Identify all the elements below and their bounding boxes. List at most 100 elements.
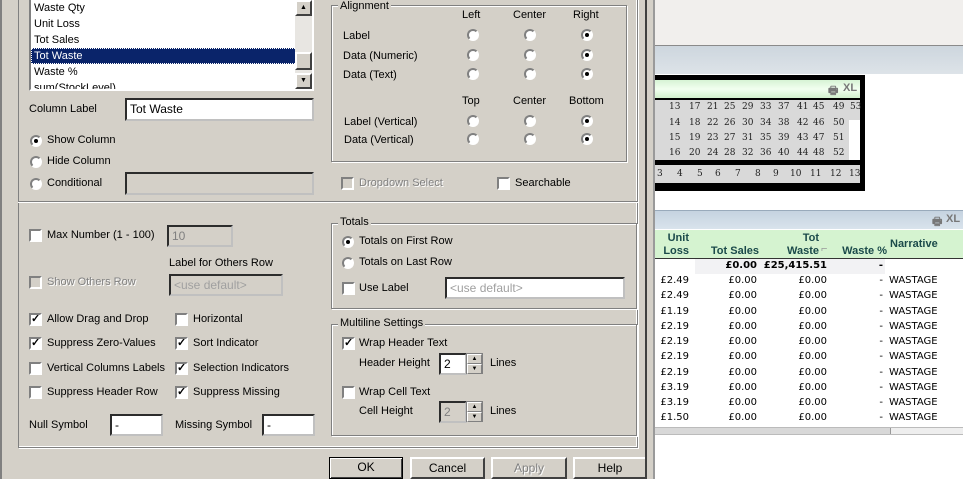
week-number[interactable]: 34	[760, 118, 771, 128]
week-number[interactable]: 40	[778, 148, 789, 158]
table-row[interactable]: £2.49 £0.00 £0.00 - WASTAGE	[655, 274, 963, 289]
label-center-radio[interactable]	[524, 29, 536, 41]
table-row[interactable]: £1.50 £0.00 £0.00 - WASTAGE	[655, 411, 963, 426]
week-number[interactable]: 43	[797, 133, 808, 143]
hide-column-radio[interactable]	[30, 156, 42, 168]
week-number[interactable]: 13	[669, 102, 680, 112]
week-number[interactable]: 37	[778, 102, 789, 112]
vlabel-bottom-radio[interactable]	[581, 115, 593, 127]
header-height-spinner[interactable]: ▲ ▼	[466, 353, 483, 374]
week-number[interactable]: 14	[669, 118, 680, 128]
week-number[interactable]: 30	[742, 118, 753, 128]
week-number[interactable]: 44	[797, 148, 808, 158]
header-unit-loss[interactable]: Unit Loss	[655, 232, 689, 258]
column-label-input[interactable]: Tot Waste	[125, 98, 314, 121]
month-number[interactable]: 4	[677, 169, 683, 179]
conditional-input[interactable]	[125, 172, 314, 195]
vdata-bottom-radio[interactable]	[581, 133, 593, 145]
label-right-radio[interactable]	[581, 29, 593, 41]
week-number[interactable]: 49	[833, 102, 844, 112]
suppress-zero-checkbox[interactable]: ✓	[29, 337, 42, 350]
month-number[interactable]: 12	[830, 169, 841, 179]
max-number-input[interactable]: 10	[167, 225, 233, 247]
table-row[interactable]: £2.19 £0.00 £0.00 - WASTAGE	[655, 320, 963, 335]
week-number[interactable]: 51	[833, 133, 844, 143]
selection-indicators-checkbox[interactable]: ✓	[175, 362, 188, 375]
table-row[interactable]: £1.19 £0.00 £0.00 - WASTAGE	[655, 305, 963, 320]
cell-height-spinner[interactable]: ▲ ▼	[466, 401, 483, 422]
month-number[interactable]: 3	[657, 169, 663, 179]
fields-listbox[interactable]: Waste Qty Unit Loss Tot Sales Tot Waste …	[29, 0, 314, 91]
header-waste-pct[interactable]: Waste %	[825, 245, 887, 258]
week-number[interactable]: 36	[760, 148, 771, 158]
totals-first-radio[interactable]	[342, 236, 354, 248]
table-row[interactable]: £2.19 £0.00 £0.00 - WASTAGE	[655, 335, 963, 350]
week-number[interactable]: 17	[689, 102, 700, 112]
week-number[interactable]: 46	[813, 118, 824, 128]
week-number[interactable]: 33	[760, 102, 771, 112]
cancel-button[interactable]: Cancel	[410, 457, 485, 479]
horizontal-scrollbar[interactable]	[655, 427, 963, 435]
wrap-cell-checkbox[interactable]	[342, 386, 355, 399]
week-number[interactable]: 52	[833, 148, 844, 158]
numeric-center-radio[interactable]	[524, 49, 536, 61]
week-number[interactable]: 39	[778, 133, 789, 143]
week-number[interactable]: 18	[689, 118, 700, 128]
list-item[interactable]: Waste Qty	[31, 0, 312, 16]
table-row[interactable]: £2.19 £0.00 £0.00 - WASTAGE	[655, 366, 963, 381]
use-label-input[interactable]: <use default>	[445, 277, 625, 299]
week-number[interactable]: 31	[742, 133, 753, 143]
null-symbol-input[interactable]: -	[110, 414, 163, 436]
week-number[interactable]: 28	[724, 148, 735, 158]
table-row[interactable]: £2.19 £0.00 £0.00 - WASTAGE	[655, 350, 963, 365]
vertical-labels-checkbox[interactable]	[29, 362, 42, 375]
month-number[interactable]: 7	[735, 169, 741, 179]
scroll-thumb[interactable]	[655, 428, 891, 434]
week-number[interactable]: 47	[813, 133, 824, 143]
scroll-up-icon[interactable]: ▲	[295, 0, 312, 16]
vdata-top-radio[interactable]	[467, 133, 479, 145]
conditional-radio[interactable]	[30, 178, 42, 190]
week-number[interactable]: 48	[813, 148, 824, 158]
help-button[interactable]: Help	[573, 457, 647, 479]
ok-button[interactable]: OK	[329, 457, 403, 479]
list-item-selected[interactable]: Tot Waste	[31, 48, 297, 64]
suppress-missing-checkbox[interactable]: ✓	[175, 386, 188, 399]
week-number[interactable]: 15	[669, 133, 680, 143]
totals-last-radio[interactable]	[342, 257, 354, 269]
month-number[interactable]: 10	[790, 169, 801, 179]
sort-indicator-checkbox[interactable]: ✓	[175, 337, 188, 350]
allow-drag-drop-checkbox[interactable]: ✓	[29, 313, 42, 326]
text-right-radio[interactable]	[581, 68, 593, 80]
week-number[interactable]: 26	[724, 118, 735, 128]
week-number[interactable]: 42	[797, 118, 808, 128]
table-row[interactable]: £2.49 £0.00 £0.00 - WASTAGE	[655, 289, 963, 304]
week-number[interactable]: 50	[833, 118, 844, 128]
month-number[interactable]: 13	[849, 169, 860, 179]
month-number[interactable]: 8	[755, 169, 761, 179]
label-left-radio[interactable]	[467, 29, 479, 41]
vlabel-center-radio[interactable]	[524, 115, 536, 127]
searchable-checkbox[interactable]	[497, 177, 510, 190]
text-left-radio[interactable]	[467, 68, 479, 80]
list-item[interactable]: sum(StockLevel)	[31, 80, 312, 89]
week-number[interactable]: 16	[669, 148, 680, 158]
use-label-checkbox[interactable]	[342, 282, 355, 295]
week-number[interactable]: 24	[707, 148, 718, 158]
cell-height-input[interactable]: 2	[439, 401, 467, 423]
week-number[interactable]: 38	[778, 118, 789, 128]
suppress-header-checkbox[interactable]	[29, 386, 42, 399]
dropdown-select-checkbox[interactable]	[341, 177, 354, 190]
header-tot-waste[interactable]: Tot Waste	[765, 232, 819, 258]
table-row[interactable]: £3.19 £0.00 £0.00 - WASTAGE	[655, 396, 963, 411]
wrap-header-checkbox[interactable]: ✓	[342, 337, 355, 350]
week-number[interactable]: 53	[850, 102, 861, 112]
max-number-checkbox[interactable]	[29, 229, 42, 242]
header-narrative[interactable]: Narrative	[890, 238, 938, 251]
horizontal-checkbox[interactable]	[175, 313, 188, 326]
scrollbar[interactable]: ▲ ▼	[295, 0, 312, 89]
text-center-radio[interactable]	[524, 68, 536, 80]
week-number[interactable]: 21	[707, 102, 718, 112]
header-tot-sales[interactable]: Tot Sales	[695, 245, 759, 258]
list-item[interactable]: Waste %	[31, 64, 312, 80]
